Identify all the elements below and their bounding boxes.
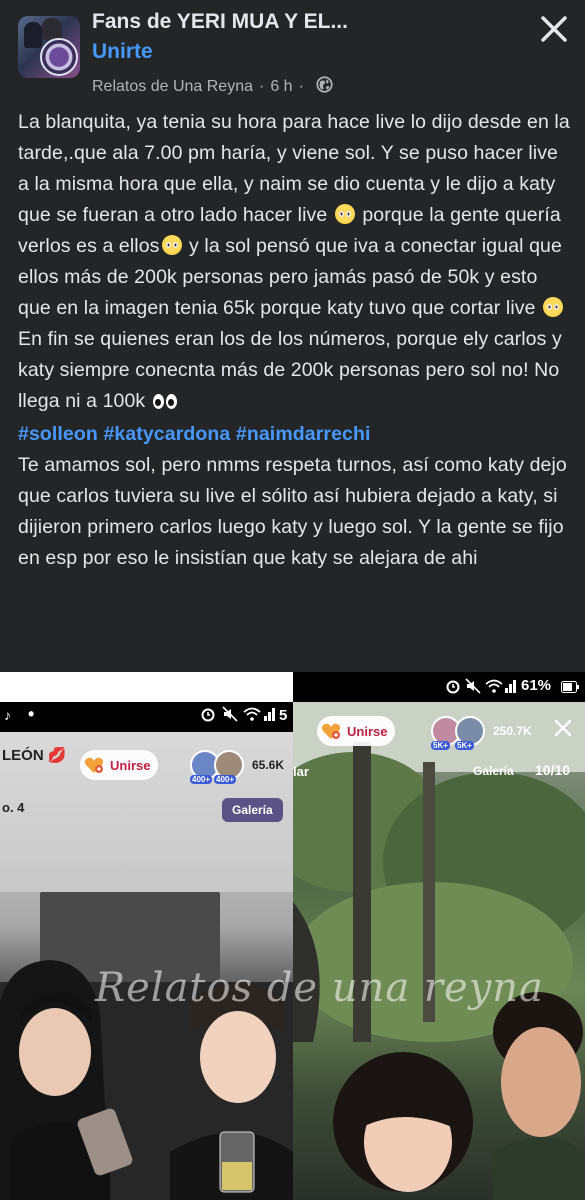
galeria-label[interactable]: Galería: [473, 764, 514, 778]
side-text: o. 4: [2, 800, 25, 815]
streamer-name-text: LEÓN: [2, 747, 44, 764]
mute-icon: [465, 678, 481, 698]
side-text: lar: [293, 764, 309, 779]
status-bar: 61%: [293, 672, 585, 702]
unirse-label: Unirse: [347, 723, 388, 739]
post-images[interactable]: ♪ • 5 LEÓN 💋 o. 4 Unirse 400+ 400+ 65.6K…: [0, 672, 585, 1200]
pleading-face-emoji: [161, 235, 182, 255]
status-bar: ♪ • 5: [0, 702, 293, 732]
heart-plus-icon: [321, 722, 341, 740]
group-avatar[interactable]: [18, 16, 80, 78]
dot-indicator: •: [28, 704, 35, 724]
pleading-face-emoji: [543, 297, 564, 317]
viewer-count-text: 65.6K: [252, 758, 285, 772]
pleading-face-emoji: [334, 204, 355, 224]
tiktok-icon: ♪: [4, 707, 11, 723]
battery-icon: [561, 680, 579, 697]
close-icon[interactable]: [535, 10, 573, 48]
heart-plus-icon: [84, 756, 104, 774]
viewer-badge: 400+: [214, 775, 237, 784]
post-body: La blanquita, ya tenia su hora para hace…: [18, 107, 573, 574]
post-time[interactable]: 6 h: [270, 78, 292, 96]
hashtag-link[interactable]: #katycardona: [103, 423, 230, 445]
post-text-segment: En fin se quienes eran los de los número…: [18, 328, 562, 412]
streamer-name: LEÓN 💋: [2, 746, 67, 764]
signal-icon: [264, 706, 276, 726]
post-paragraph-2: En fin se quienes eran los de los número…: [18, 324, 573, 419]
left-live-screenshot[interactable]: ♪ • 5 LEÓN 💋 o. 4 Unirse 400+ 400+ 65.6K…: [0, 702, 293, 1200]
viewer-badge: 5K+: [431, 741, 450, 750]
mute-icon: [222, 706, 238, 726]
meta-separator: ·: [258, 78, 265, 95]
post-meta: Relatos de Una Reyna · 6 h ·: [92, 76, 333, 98]
viewer-badge: 400+: [190, 775, 213, 784]
meta-separator-2: ·: [298, 78, 304, 95]
viewer-avatar: 5K+: [455, 716, 485, 750]
viewer-count-text: 250.7K: [493, 724, 532, 738]
viewer-count[interactable]: 5K+ 5K+ 250.7K: [431, 716, 532, 750]
viewer-badge: 5K+: [455, 741, 474, 750]
viewer-avatar: 400+: [214, 750, 244, 784]
join-group-link[interactable]: Unirte: [92, 40, 153, 64]
battery-text: 61%: [521, 677, 552, 694]
galeria-button[interactable]: Galería: [222, 798, 283, 822]
alarm-icon: [200, 706, 216, 726]
hashtag-link[interactable]: #naimdarrechi: [236, 423, 371, 445]
lips-emoji: 💋: [47, 747, 67, 764]
status-partial: 5: [279, 707, 288, 724]
wifi-icon: [243, 706, 261, 726]
alarm-icon: [445, 678, 461, 698]
globe-icon: [316, 76, 333, 98]
author-name[interactable]: Relatos de Una Reyna: [92, 78, 253, 96]
post-header: Fans de YERI MUA Y EL... Unirte Relatos …: [0, 0, 585, 100]
unirse-button[interactable]: Unirse: [317, 716, 395, 746]
avatar-badge: [40, 38, 78, 76]
post-paragraph-3: Te amamos sol, pero nmms respeta turnos,…: [18, 454, 567, 569]
avatar-figure-left: [24, 22, 42, 48]
viewer-count[interactable]: 400+ 400+ 65.6K: [190, 750, 285, 784]
group-name[interactable]: Fans de YERI MUA Y EL...: [92, 10, 348, 34]
wifi-icon: [485, 678, 503, 698]
hashtags-line: #solleon #katycardona #naimdarrechi: [18, 419, 573, 450]
unirse-label: Unirse: [110, 757, 151, 773]
right-live-screenshot[interactable]: 61% Unirse 5K+ 5K+ 250.7K lar Galería 10…: [293, 672, 585, 1200]
unirse-button[interactable]: Unirse: [80, 750, 158, 780]
hashtag-link[interactable]: #solleon: [18, 423, 98, 445]
close-icon[interactable]: [551, 716, 575, 740]
eyes-emoji: [152, 388, 179, 419]
avatar-figure-right: [42, 18, 62, 40]
page-counter: 10/10: [535, 762, 571, 778]
signal-icon: [505, 678, 517, 698]
post-paragraph-1: La blanquita, ya tenia su hora para hace…: [18, 107, 573, 324]
watermark-text: Relatos de una reyna: [95, 965, 544, 1011]
